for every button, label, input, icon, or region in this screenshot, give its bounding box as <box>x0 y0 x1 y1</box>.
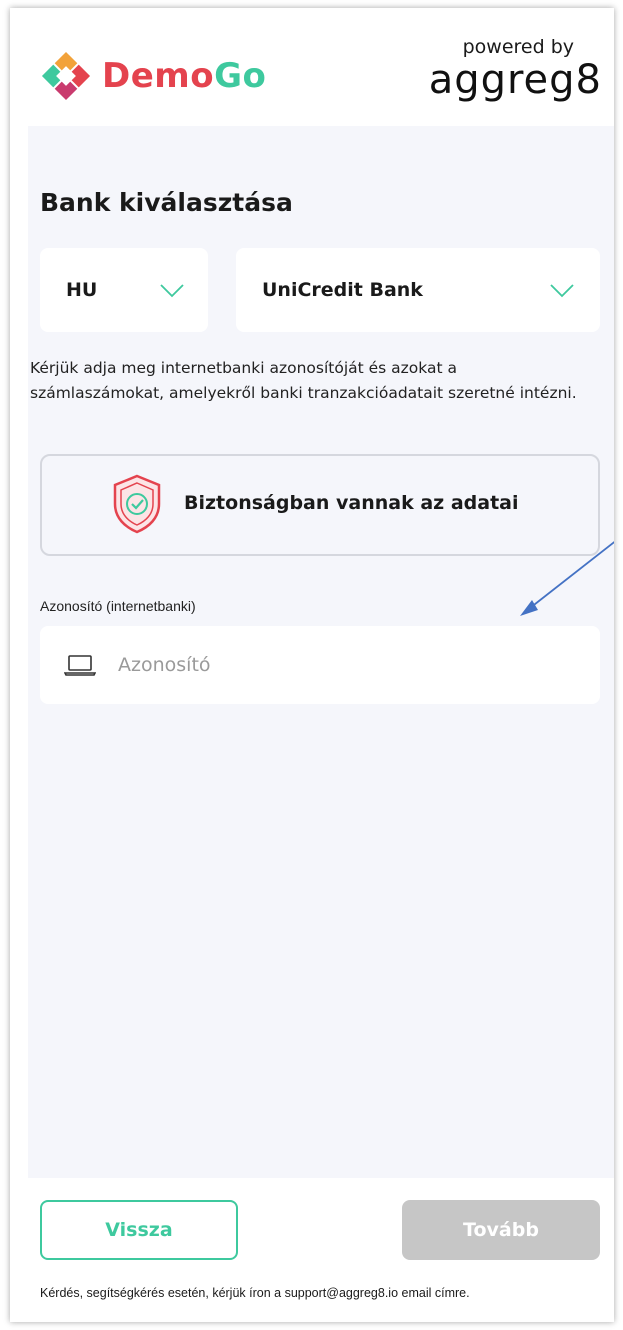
page-title: Bank kiválasztása <box>40 188 293 217</box>
bank-select[interactable]: UniCredit Bank <box>236 248 600 332</box>
login-id-input[interactable] <box>118 646 578 684</box>
support-text: Kérdés, segítségkérés esetén, kérjük íro… <box>40 1286 470 1300</box>
brand-demo: Demo <box>102 56 215 96</box>
chevron-down-icon <box>550 284 574 298</box>
country-select-value: HU <box>66 279 98 301</box>
next-button[interactable]: Tovább <box>402 1200 600 1260</box>
brand-name: DemoGo <box>102 56 266 96</box>
country-select[interactable]: HU <box>40 248 208 332</box>
bank-selection-panel: Bank kiválasztása HU UniCredit Bank Kérj… <box>28 126 614 1178</box>
intro-text: Kérjük adja meg internetbanki azonosítój… <box>30 359 577 402</box>
app-frame: DemoGo powered by aggreg8 Bank kiválaszt… <box>10 8 614 1322</box>
login-id-field <box>40 626 600 704</box>
header: DemoGo powered by aggreg8 <box>10 8 614 126</box>
demogo-logo: DemoGo <box>40 50 266 102</box>
chevron-down-icon <box>160 284 184 298</box>
security-notice-text: Biztonságban vannak az adatai <box>184 492 519 514</box>
bank-select-value: UniCredit Bank <box>262 279 423 301</box>
login-id-label: Azonosító (internetbanki) <box>40 598 196 614</box>
back-button[interactable]: Vissza <box>40 1200 238 1260</box>
powered-by-aggreg8: powered by aggreg8 <box>429 36 602 102</box>
demogo-diamond-logo-icon <box>41 51 91 101</box>
powered-by-label: powered by <box>462 36 574 58</box>
footer: Vissza Tovább Kérdés, segítségkérés eset… <box>28 1178 614 1322</box>
laptop-icon <box>64 655 96 676</box>
shield-check-icon <box>113 474 161 534</box>
aggreg8-logo: aggreg8 <box>428 57 602 103</box>
brand-go: Go <box>214 56 267 96</box>
security-notice: Biztonságban vannak az adatai <box>40 454 600 556</box>
